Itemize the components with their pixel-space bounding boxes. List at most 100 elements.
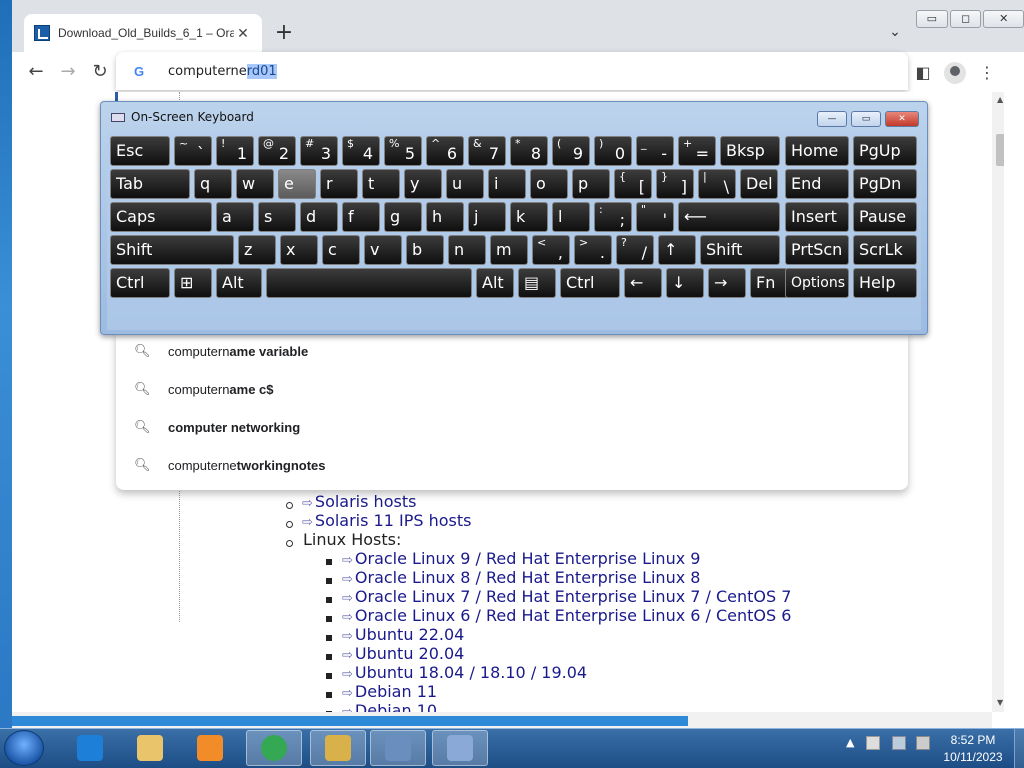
network-icon[interactable] — [892, 736, 906, 750]
linux-host-link[interactable]: ⇨Debian 10 — [342, 701, 437, 712]
key-f[interactable]: f — [342, 202, 380, 232]
system-clock[interactable]: 8:52 PM 10/11/2023 — [936, 732, 1010, 766]
key-j[interactable]: j — [468, 202, 506, 232]
taskbar-on-screen-keyboard[interactable] — [432, 730, 488, 766]
suggestion-item[interactable]: 🔍︎ computern ame variable — [116, 332, 908, 370]
suggestion-item[interactable]: 🔍︎ computer networking — [116, 408, 908, 446]
key-[interactable]: }] — [656, 169, 694, 199]
linux-host-link[interactable]: ⇨ Oracle Linux 9 / Red Hat Enterprise Lin… — [342, 549, 700, 568]
key-[interactable]: >. — [574, 235, 612, 265]
key-[interactable]: <, — [532, 235, 570, 265]
key-b[interactable]: b — [406, 235, 444, 265]
suggestion-item[interactable]: 🔍︎ computerne tworkingnotes — [116, 446, 908, 484]
linux-host-link[interactable]: ⇨ Oracle Linux 6 / Red Hat Enterprise Lin… — [342, 606, 791, 625]
key-7[interactable]: & 7 — [468, 136, 506, 166]
tray-show-hidden-icon[interactable]: ▲ — [846, 736, 854, 749]
key-3[interactable]: #3 — [300, 136, 338, 166]
key-space[interactable] — [266, 268, 472, 298]
key-k[interactable]: k — [510, 202, 548, 232]
key-[interactable]: ← — [624, 268, 662, 298]
key-p[interactable]: p — [572, 169, 610, 199]
link-solaris-hosts[interactable]: ⇨ Solaris hosts — [302, 492, 416, 511]
linux-host-link[interactable]: ⇨ Debian 11 — [342, 682, 437, 701]
horizontal-scrollbar[interactable] — [12, 712, 992, 728]
tab-download-old-builds[interactable]: Download_Old_Builds_6_1 – Orac ✕ — [24, 14, 262, 52]
key-scrlk[interactable]: ScrLk — [853, 235, 917, 265]
key-2[interactable]: @2 — [258, 136, 296, 166]
key-[interactable]: " ' — [636, 202, 674, 232]
key-s[interactable]: s — [258, 202, 296, 232]
key-options[interactable]: Options — [785, 268, 849, 298]
taskbar-explorer[interactable] — [122, 730, 178, 766]
link-solaris-11-ips-hosts[interactable]: ⇨ Solaris 11 IPS hosts — [302, 511, 471, 530]
key-[interactable]: ? / — [616, 235, 654, 265]
action-center-icon[interactable] — [866, 736, 880, 750]
key-[interactable]: ⟵ — [678, 202, 780, 232]
restore-button[interactable]: ◻ — [949, 10, 982, 28]
tab-close-icon[interactable]: ✕ — [234, 25, 252, 42]
back-button[interactable]: ← — [24, 60, 48, 84]
key-a[interactable]: a — [216, 202, 254, 232]
taskbar-media-player[interactable] — [182, 730, 238, 766]
taskbar-chrome[interactable] — [246, 730, 302, 766]
taskbar-ie[interactable] — [62, 730, 118, 766]
key-end[interactable]: End — [785, 169, 849, 199]
side-panel-icon[interactable]: ◧ — [912, 62, 934, 84]
key-insert[interactable]: Insert — [785, 202, 849, 232]
key-alt[interactable]: Alt — [216, 268, 262, 298]
osk-minimize-button[interactable]: — — [817, 111, 847, 127]
key-ctrl[interactable]: Ctrl — [110, 268, 170, 298]
key-t[interactable]: t — [362, 169, 400, 199]
osk-close-button[interactable]: ✕ — [885, 111, 919, 127]
key-del[interactable]: Del — [740, 169, 778, 199]
key-ctrl[interactable]: Ctrl — [560, 268, 620, 298]
key-[interactable]: _ - — [636, 136, 674, 166]
minimize-button[interactable]: ▭ — [916, 10, 948, 28]
linux-host-link[interactable]: ⇨ Ubuntu 18.04 / 18.10 / 19.04 — [342, 663, 587, 682]
vertical-scrollbar[interactable]: ▲ ▼ — [992, 92, 1004, 712]
key-n[interactable]: n — [448, 235, 486, 265]
key-v[interactable]: v — [364, 235, 402, 265]
key-q[interactable]: q — [194, 169, 232, 199]
key-caps[interactable]: Caps — [110, 202, 212, 232]
start-button[interactable] — [4, 730, 44, 766]
show-desktop-button[interactable] — [1014, 729, 1024, 768]
key-help[interactable]: Help — [853, 268, 917, 298]
key-h[interactable]: h — [426, 202, 464, 232]
key-w[interactable]: w — [236, 169, 274, 199]
key-m[interactable]: m — [490, 235, 528, 265]
key-alt[interactable]: Alt — [476, 268, 514, 298]
key-c[interactable]: c — [322, 235, 360, 265]
key-6[interactable]: ^ 6 — [426, 136, 464, 166]
reload-button[interactable]: ↻ — [88, 60, 112, 84]
key-pgup[interactable]: PgUp — [853, 136, 917, 166]
key-home[interactable]: Home — [785, 136, 849, 166]
forward-button[interactable]: → — [56, 60, 80, 84]
key-5[interactable]: % 5 — [384, 136, 422, 166]
key-e[interactable]: e — [278, 169, 316, 199]
key-esc[interactable]: Esc — [110, 136, 170, 166]
volume-muted-icon[interactable] — [916, 736, 930, 750]
scroll-down-icon[interactable]: ▼ — [997, 698, 1003, 707]
linux-host-link[interactable]: ⇨ Ubuntu 22.04 — [342, 625, 464, 644]
suggestion-item[interactable]: 🔍︎ computern ame c$ — [116, 370, 908, 408]
key-[interactable]: + = — [678, 136, 716, 166]
key-z[interactable]: z — [238, 235, 276, 265]
key-shift[interactable]: Shift — [110, 235, 234, 265]
key-4[interactable]: $4 — [342, 136, 380, 166]
key-i[interactable]: i — [488, 169, 526, 199]
key-9[interactable]: (9 — [552, 136, 590, 166]
key-prtscn[interactable]: PrtScn — [785, 235, 849, 265]
close-button[interactable]: ✕ — [983, 10, 1024, 28]
key-[interactable]: ⊞ — [174, 268, 212, 298]
key-pause[interactable]: Pause — [853, 202, 917, 232]
key-shift[interactable]: Shift — [700, 235, 780, 265]
key-pgdn[interactable]: PgDn — [853, 169, 917, 199]
key-[interactable]: ↑ — [658, 235, 696, 265]
key-y[interactable]: y — [404, 169, 442, 199]
key-o[interactable]: o — [530, 169, 568, 199]
new-tab-button[interactable]: + — [272, 22, 296, 46]
key-g[interactable]: g — [384, 202, 422, 232]
browser-menu-icon[interactable]: ⋮ — [976, 62, 998, 84]
linux-host-link[interactable]: ⇨ Ubuntu 20.04 — [342, 644, 464, 663]
